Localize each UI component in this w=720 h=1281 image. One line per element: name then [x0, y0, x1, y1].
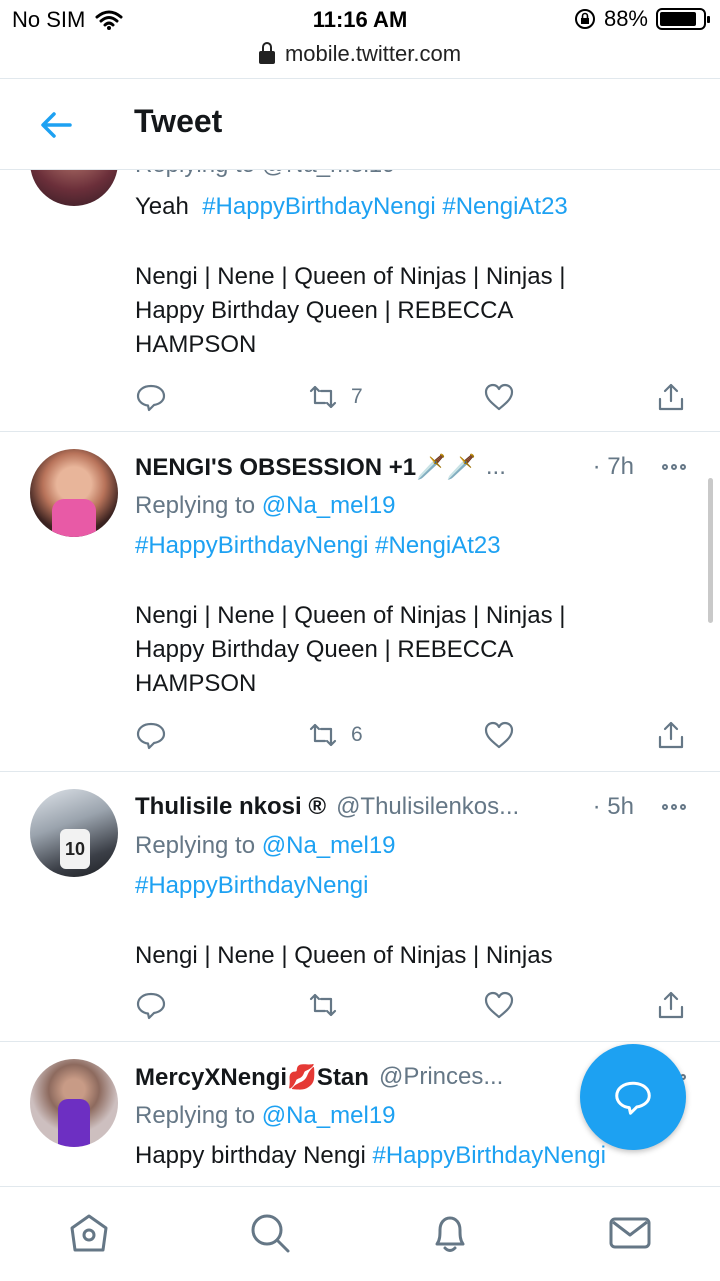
- tweet-actions: 7: [135, 381, 695, 415]
- reply-button[interactable]: [135, 989, 167, 1021]
- tweet-actions: 6: [135, 719, 695, 753]
- reply-icon: [136, 992, 166, 1020]
- retweet-button[interactable]: 6: [307, 719, 363, 751]
- bottom-nav: [0, 1186, 720, 1281]
- tweet-body-line: Nengi | Nene | Queen of Ninjas | Ninjas: [135, 942, 553, 969]
- orientation-lock-icon: [574, 9, 595, 29]
- share-button[interactable]: [655, 989, 687, 1021]
- more-icon[interactable]: [662, 464, 692, 470]
- replying-to: Replying to @Na_mel19: [135, 168, 690, 182]
- like-icon: [484, 383, 514, 411]
- share-icon: [658, 991, 684, 1019]
- tweet-text-line: Yeah #HappyBirthdayNengi #NengiAt23: [135, 193, 568, 220]
- page-header: Tweet: [0, 78, 720, 170]
- search-icon[interactable]: [248, 1211, 292, 1255]
- replying-to: Replying to @Na_mel19: [135, 492, 396, 519]
- tweet-body-line: Happy Birthday Queen | REBECCA: [135, 636, 514, 663]
- tweet-item[interactable]: 10 Thulisile nkosi ® @Thulisilenkos... ·…: [0, 771, 720, 1042]
- retweet-button[interactable]: 7: [307, 381, 363, 413]
- battery-percent: 88%: [603, 6, 648, 31]
- avatar[interactable]: 10: [30, 789, 118, 877]
- mention-link[interactable]: @Na_mel19: [262, 492, 396, 519]
- tweet-item[interactable]: Replying to @Na_mel19 Yeah #HappyBirthda…: [0, 168, 720, 432]
- retweet-icon: [309, 385, 337, 409]
- tweet-text-line: Happy birthday Nengi #HappyBirthdayNengi: [135, 1142, 606, 1169]
- url-bar[interactable]: mobile.twitter.com: [0, 38, 720, 70]
- tweet-body-line: Nengi | Nene | Queen of Ninjas | Ninjas …: [135, 602, 566, 629]
- tweet-time[interactable]: · 5h: [583, 793, 634, 821]
- hashtag-link[interactable]: #HappyBirthdayNengi: [135, 869, 690, 903]
- avatar[interactable]: [30, 1059, 118, 1147]
- author-handle[interactable]: ...: [486, 453, 506, 481]
- avatar[interactable]: [30, 168, 118, 206]
- like-icon: [484, 721, 514, 749]
- author-name[interactable]: NENGI'S OBSESSION +1🗡️🗡️: [135, 453, 476, 482]
- retweet-count: 6: [351, 723, 363, 746]
- status-right: 88%: [574, 6, 710, 32]
- hashtag-link[interactable]: #HappyBirthdayNengi #NengiAt23: [135, 529, 690, 563]
- more-icon[interactable]: [662, 804, 692, 810]
- compose-icon: [615, 1081, 651, 1115]
- share-button[interactable]: [655, 381, 687, 413]
- share-icon: [658, 721, 684, 749]
- author-name[interactable]: Thulisile nkosi ®: [135, 793, 326, 821]
- url-text: mobile.twitter.com: [284, 41, 462, 66]
- share-button[interactable]: [655, 719, 687, 751]
- tweet-body-line: Nengi | Nene | Queen of Ninjas | Ninjas …: [135, 263, 566, 290]
- notifications-icon[interactable]: [428, 1211, 472, 1255]
- tweet-author-row: Thulisile nkosi ® @Thulisilenkos... · 5h: [135, 789, 692, 825]
- share-icon: [658, 383, 684, 411]
- home-icon[interactable]: [67, 1211, 111, 1255]
- tweet-body-line: HAMPSON: [135, 331, 257, 358]
- retweet-button[interactable]: [307, 989, 351, 1021]
- reply-icon: [136, 384, 166, 412]
- reply-button[interactable]: [135, 381, 167, 413]
- replying-to: Replying to @Na_mel19: [135, 832, 396, 859]
- compose-button[interactable]: [580, 1044, 686, 1150]
- status-bar: No SIM 11:16 AM 88%: [0, 0, 720, 40]
- battery-icon: [656, 8, 710, 30]
- tweet-author-row: NENGI'S OBSESSION +1🗡️🗡️ ... · 7h: [135, 449, 692, 485]
- author-name[interactable]: MercyXNengi💋Stan: [135, 1063, 369, 1092]
- reply-icon: [136, 722, 166, 750]
- battery-fill: [660, 12, 697, 26]
- tweet-body-line: HAMPSON: [135, 670, 257, 697]
- author-handle[interactable]: @Princes...: [379, 1063, 503, 1091]
- scrollbar[interactable]: [708, 478, 713, 623]
- reply-button[interactable]: [135, 719, 167, 751]
- retweet-count: 7: [351, 385, 363, 408]
- page-title: Tweet: [134, 103, 223, 139]
- author-handle[interactable]: @Thulisilenkos...: [336, 793, 519, 821]
- hashtag-link[interactable]: #HappyBirthdayNengi #NengiAt23: [202, 193, 568, 220]
- mention-link[interactable]: @Na_mel19: [262, 1102, 396, 1129]
- messages-icon[interactable]: [608, 1211, 652, 1255]
- tweet-actions: [135, 989, 695, 1023]
- retweet-icon: [309, 723, 337, 747]
- tweet-item[interactable]: NENGI'S OBSESSION +1🗡️🗡️ ... · 7h Replyi…: [0, 431, 720, 772]
- like-icon: [484, 991, 514, 1019]
- tweet-body-line: Happy Birthday Queen | REBECCA: [135, 297, 514, 324]
- like-button[interactable]: [483, 381, 515, 413]
- avatar[interactable]: [30, 449, 118, 537]
- like-button[interactable]: [483, 719, 515, 751]
- mention-link[interactable]: @Na_mel19: [262, 832, 396, 859]
- tweet-time[interactable]: · 7h: [583, 453, 634, 481]
- lock-icon: [258, 41, 275, 64]
- retweet-icon: [309, 993, 337, 1017]
- back-arrow-icon[interactable]: [36, 105, 76, 145]
- like-button[interactable]: [483, 989, 515, 1021]
- tweet-feed[interactable]: Replying to @Na_mel19 Yeah #HappyBirthda…: [0, 168, 720, 1186]
- hashtag-link[interactable]: #HappyBirthdayNengi: [372, 1142, 605, 1169]
